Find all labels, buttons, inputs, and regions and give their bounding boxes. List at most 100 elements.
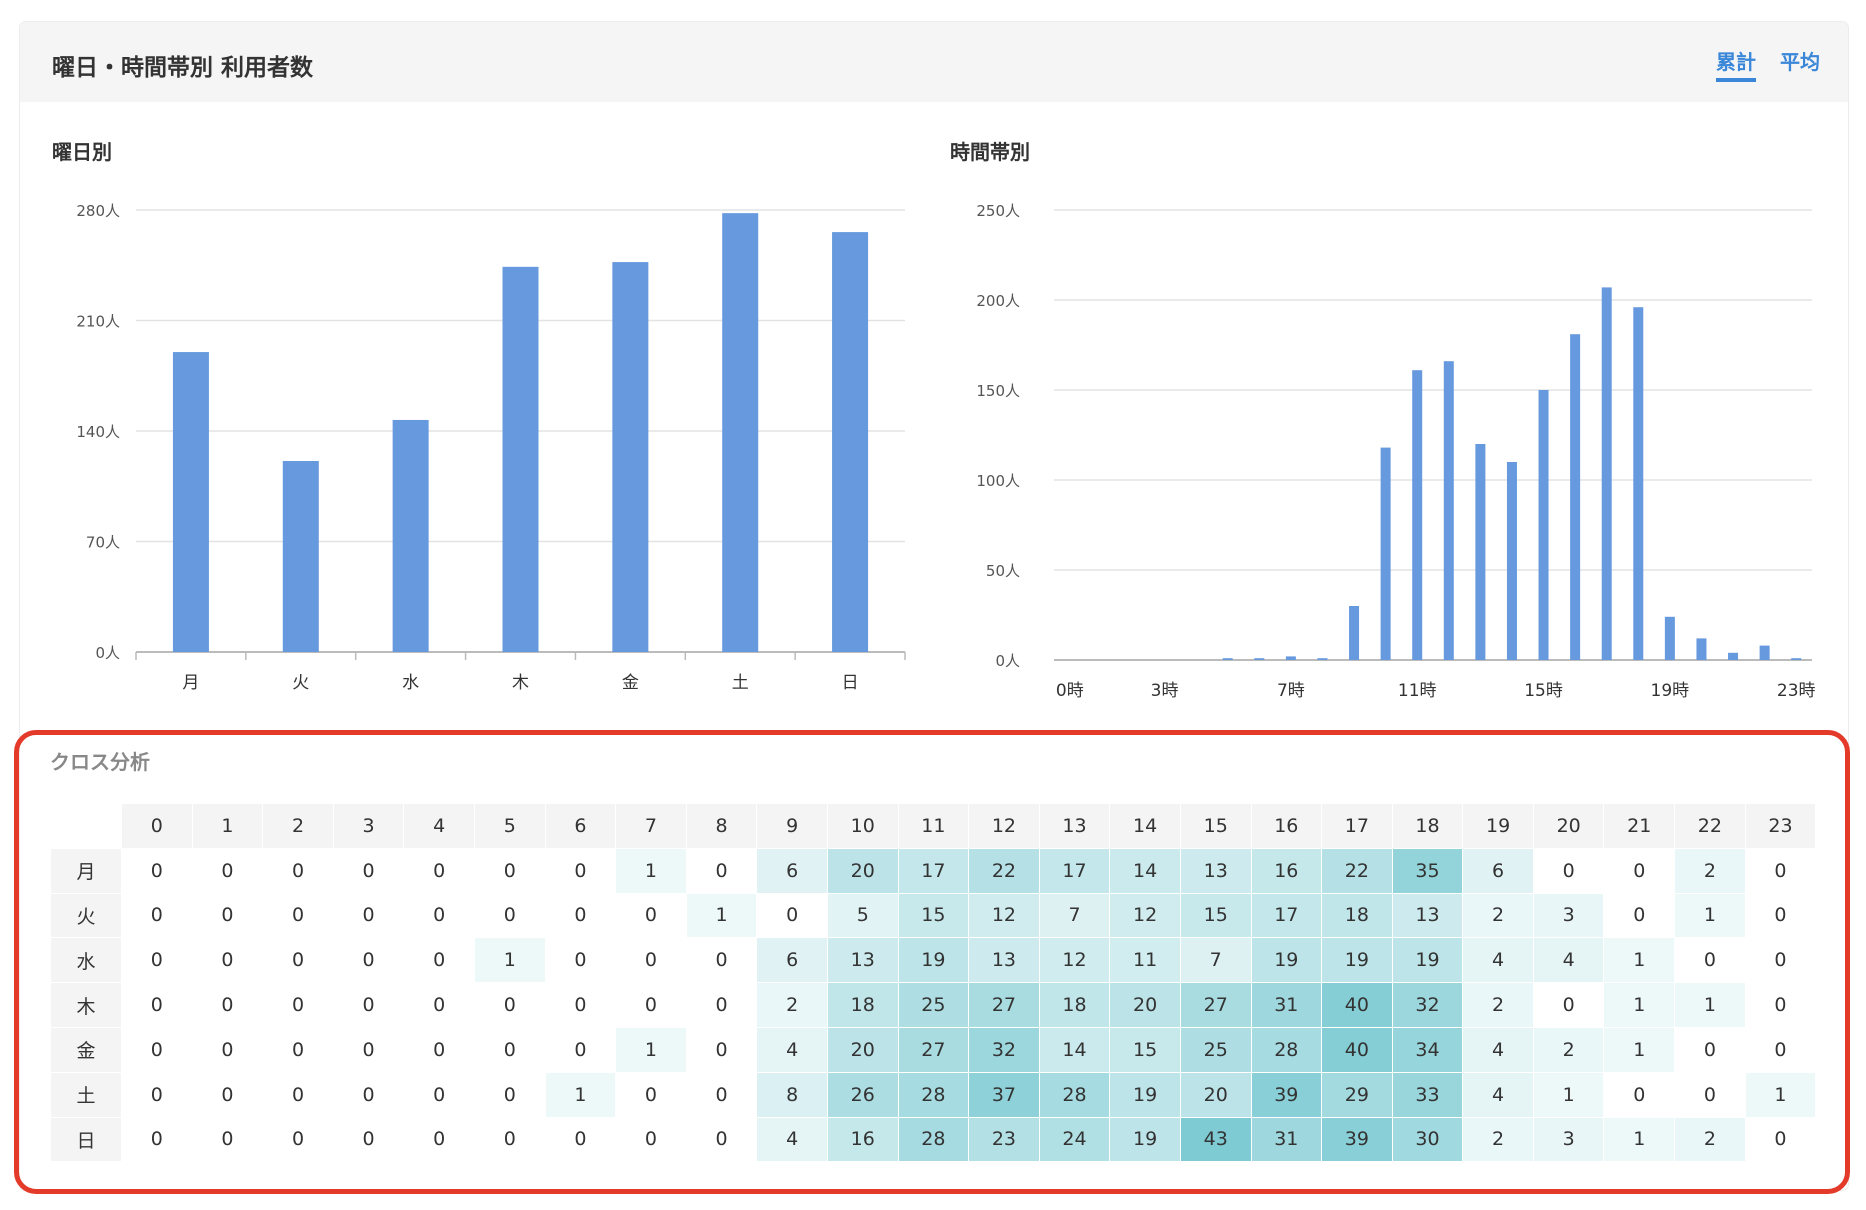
heatmap-cell: 14 <box>1110 848 1180 893</box>
heatmap-cell: 12 <box>1039 938 1110 983</box>
heatmap-cell: 1 <box>616 1027 686 1072</box>
heatmap-cell: 0 <box>404 938 474 983</box>
heatmap-cell: 20 <box>1110 983 1180 1027</box>
bar-19時 <box>1664 616 1675 660</box>
bar-11時 <box>1412 370 1423 660</box>
heatmap-cell: 0 <box>545 1027 616 1072</box>
heatmap-cell: 8 <box>757 1072 827 1117</box>
heatmap-cell: 1 <box>1675 893 1745 938</box>
heatmap-cell: 0 <box>1745 1117 1816 1162</box>
heatmap-cell: 1 <box>686 893 757 938</box>
heatmap-cell: 0 <box>757 893 827 938</box>
heatmap-cell: 0 <box>333 1117 404 1162</box>
bar-月 <box>172 352 209 652</box>
heatmap-row: 水 0 0 0 0 0 1 0 0 0 6 13 19 13 12 11 7 19 19 19 4 4 1 0 0 <box>51 938 1816 983</box>
heatmap-cell: 19 <box>1392 938 1463 983</box>
heatmap-column-header: 1 <box>192 804 263 848</box>
x-tick-label: 火 <box>292 673 309 693</box>
heatmap-column-header: 10 <box>827 804 898 848</box>
bar-木 <box>502 266 539 652</box>
y-tick-label: 250人 <box>976 202 1020 220</box>
heatmap-row: 日 0 0 0 0 0 0 0 0 0 4 16 28 23 24 19 43 31 39 30 2 3 1 2 0 <box>51 1117 1816 1162</box>
heatmap-cell: 0 <box>1675 1027 1745 1072</box>
heatmap-cell: 1 <box>1745 1072 1816 1117</box>
x-tick-label: 7時 <box>1277 681 1305 701</box>
heatmap-cell: 0 <box>122 848 192 893</box>
heatmap-cell: 20 <box>827 1027 898 1072</box>
heatmap-cell: 4 <box>1463 1027 1533 1072</box>
tab-cumulative[interactable]: 累計 <box>1716 46 1756 75</box>
heatmap-cell: 17 <box>898 848 969 893</box>
x-tick-label: 19時 <box>1651 681 1690 701</box>
y-tick-label: 210人 <box>76 313 120 331</box>
heatmap-cell: 32 <box>969 1027 1039 1072</box>
heatmap-row-header: 金 <box>51 1027 121 1072</box>
heatmap-column-header: 7 <box>616 804 686 848</box>
heatmap-cell: 0 <box>1745 938 1816 983</box>
bar-7時 <box>1285 656 1296 660</box>
heatmap-cell: 4 <box>1533 938 1604 983</box>
heatmap-cell: 6 <box>757 938 827 983</box>
heatmap-cell: 2 <box>1533 1027 1604 1072</box>
heatmap-cell: 0 <box>474 1117 545 1162</box>
bar-13時 <box>1475 444 1486 660</box>
heatmap-cell: 0 <box>404 1027 474 1072</box>
heatmap-cell: 0 <box>1675 938 1745 983</box>
heatmap-cell: 0 <box>474 1027 545 1072</box>
heatmap-cell: 32 <box>1392 983 1463 1027</box>
heatmap-cell: 0 <box>404 983 474 1027</box>
heatmap-cell: 7 <box>1039 893 1110 938</box>
heatmap-cell: 0 <box>192 938 263 983</box>
heatmap-cell: 0 <box>616 983 686 1027</box>
heatmap-cell: 0 <box>122 983 192 1027</box>
heatmap-cell: 34 <box>1392 1027 1463 1072</box>
heatmap-cell: 3 <box>1533 1117 1604 1162</box>
heatmap-cell: 1 <box>1675 983 1745 1027</box>
heatmap-row: 月 0 0 0 0 0 0 0 1 0 6 20 17 22 17 14 13 16 22 35 6 0 0 2 0 <box>51 848 1816 893</box>
tab-active-indicator <box>1716 78 1756 82</box>
y-tick-label: 140人 <box>76 423 120 441</box>
heatmap-cell: 0 <box>263 893 333 938</box>
heatmap-cell: 0 <box>686 983 757 1027</box>
heatmap-cell: 0 <box>192 1027 263 1072</box>
heatmap-cell: 0 <box>474 893 545 938</box>
heatmap-cell: 13 <box>969 938 1039 983</box>
bar-金 <box>612 262 649 652</box>
heatmap-cell: 0 <box>1745 983 1816 1027</box>
cross-analysis-title: クロス分析 <box>50 750 150 774</box>
heatmap-cell: 0 <box>263 848 333 893</box>
heatmap-column-header: 21 <box>1604 804 1675 848</box>
heatmap-cell: 0 <box>192 893 263 938</box>
heatmap-cell: 20 <box>827 848 898 893</box>
heatmap-header-row: 0 1 2 3 4 5 6 7 8 9 10 11 12 13 14 15 16 17 18 19 20 21 22 23 <box>51 804 1816 848</box>
heatmap-cell: 2 <box>1463 893 1533 938</box>
heatmap-cell: 0 <box>333 1027 404 1072</box>
heatmap-cell: 0 <box>1533 848 1604 893</box>
heatmap-column-header: 6 <box>545 804 616 848</box>
heatmap-cell: 19 <box>1251 938 1322 983</box>
bar-21時 <box>1728 652 1739 660</box>
heatmap-cell: 0 <box>686 1027 757 1072</box>
x-tick-label: 月 <box>182 673 199 693</box>
heatmap-cell: 1 <box>545 1072 616 1117</box>
heatmap-cell: 1 <box>616 848 686 893</box>
heatmap-cell: 16 <box>1251 848 1322 893</box>
y-tick-label: 70人 <box>86 534 120 552</box>
heatmap-column-header: 15 <box>1180 804 1251 848</box>
heatmap-row-header: 水 <box>51 938 121 983</box>
heatmap-cell: 1 <box>1604 1117 1675 1162</box>
heatmap-cell: 0 <box>192 1072 263 1117</box>
bar-土 <box>722 213 759 652</box>
heatmap-cell: 0 <box>404 1072 474 1117</box>
heatmap-row: 土 0 0 0 0 0 0 1 0 0 8 26 28 37 28 19 20 39 29 33 4 1 0 0 1 <box>51 1072 1816 1117</box>
heatmap-cell: 29 <box>1322 1072 1392 1117</box>
heatmap-cell: 4 <box>1463 1072 1533 1117</box>
heatmap-cell: 0 <box>122 938 192 983</box>
tab-average[interactable]: 平均 <box>1780 46 1820 75</box>
heatmap-cell: 4 <box>757 1027 827 1072</box>
heatmap-cell: 22 <box>1322 848 1392 893</box>
heatmap-row-header: 土 <box>51 1072 121 1117</box>
x-tick-label: 金 <box>622 673 639 693</box>
heatmap-cell: 19 <box>1110 1072 1180 1117</box>
heatmap-cell: 0 <box>263 983 333 1027</box>
